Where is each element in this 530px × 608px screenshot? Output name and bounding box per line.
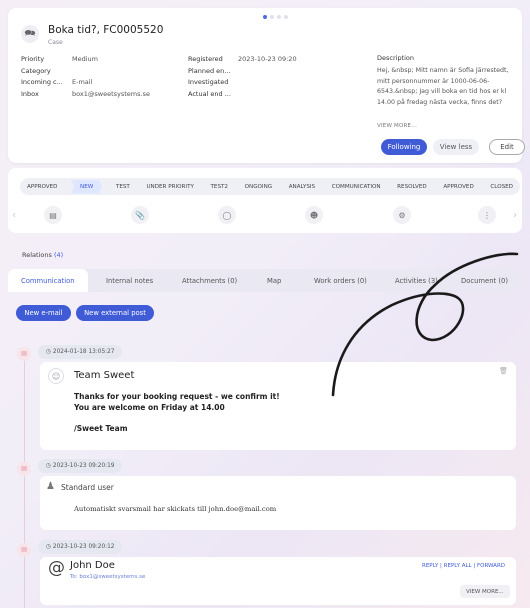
pen-stroke-annotation [331,252,519,397]
